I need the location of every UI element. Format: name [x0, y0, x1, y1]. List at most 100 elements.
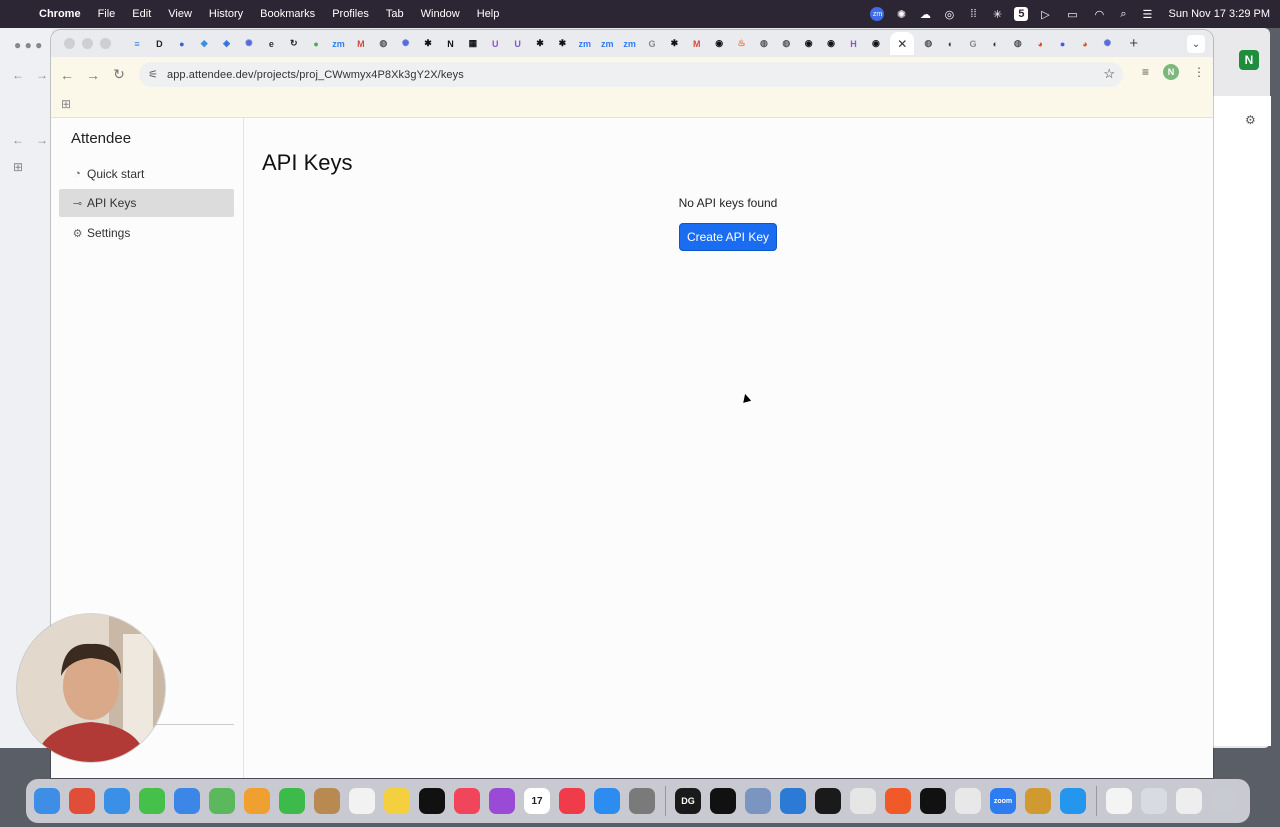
dock-terminal-icon[interactable]	[710, 788, 736, 814]
dock-facetime-icon[interactable]	[279, 788, 305, 814]
close-window-button[interactable]	[64, 38, 75, 49]
menu-edit[interactable]: Edit	[132, 8, 151, 20]
gear-tab-2-favicon[interactable]: ✺	[398, 36, 414, 52]
zoom-tab-1-favicon[interactable]: zm	[331, 36, 347, 52]
active-tab[interactable]: ✕	[890, 32, 915, 55]
forward-arrow-icon[interactable]: →	[80, 67, 106, 83]
dock-reminders-icon[interactable]	[349, 788, 375, 814]
menu-file[interactable]: File	[98, 8, 116, 20]
battery-icon[interactable]: ▭	[1062, 7, 1082, 21]
dock-perplexity-icon[interactable]	[885, 788, 911, 814]
globe-tab-4-favicon[interactable]: ◍	[920, 36, 936, 52]
dock-colorsync-icon[interactable]	[1025, 788, 1051, 814]
dock-messages-icon[interactable]	[139, 788, 165, 814]
gear-status-icon[interactable]: ✺	[894, 7, 908, 21]
globe-tab-2-favicon[interactable]: ◍	[756, 36, 772, 52]
globe-tab-5-favicon[interactable]: ◍	[1010, 36, 1026, 52]
gmail-tab-favicon[interactable]: M	[353, 36, 369, 52]
puzzle-tab-favicon[interactable]: ◆	[196, 36, 212, 52]
dock-maps-icon[interactable]	[209, 788, 235, 814]
search-icon[interactable]: ⌕	[1116, 7, 1130, 21]
github-tab-4-favicon[interactable]: ◉	[868, 36, 884, 52]
profile-avatar[interactable]: N	[1163, 64, 1179, 80]
e-tab-favicon[interactable]: e	[263, 36, 279, 52]
tab-search-chevron-icon[interactable]: ⌄	[1187, 35, 1205, 53]
brand-name[interactable]: Attendee	[71, 130, 131, 147]
dock-safari-icon[interactable]	[104, 788, 130, 814]
github-tab-2-favicon[interactable]: ◉	[801, 36, 817, 52]
dock-launchpad-icon[interactable]	[69, 788, 95, 814]
blue-dot-tab-favicon[interactable]: ●	[1055, 36, 1071, 52]
zoom-tab-2-favicon[interactable]: zm	[577, 36, 593, 52]
dock-preview-icon[interactable]	[745, 788, 771, 814]
sparkle-icon[interactable]: ✳	[990, 7, 1004, 21]
h-tab-favicon[interactable]: H	[846, 36, 862, 52]
shield-tab-favicon[interactable]: ◈	[219, 36, 235, 52]
menu-window[interactable]: Window	[421, 8, 460, 20]
zoom-tab-3-favicon[interactable]: zm	[599, 36, 615, 52]
bookmark-star-icon[interactable]: ☆	[1103, 66, 1115, 82]
menu-profiles[interactable]: Profiles	[332, 8, 369, 20]
dock-activity-monitor-icon[interactable]	[815, 788, 841, 814]
dock-cursor-app-icon[interactable]	[920, 788, 946, 814]
grid-icon[interactable]: ⁞⁞	[966, 7, 980, 21]
sidebar-item-settings[interactable]: ⚙ Settings	[59, 219, 234, 247]
new-tab-button[interactable]: +	[1126, 35, 1142, 52]
dock-calendar-icon[interactable]: 17	[524, 788, 550, 814]
zoom-tab-4-favicon[interactable]: zm	[622, 36, 638, 52]
gmail-tab-2-favicon[interactable]: M	[689, 36, 705, 52]
asterisk-tab-3-favicon[interactable]: ✱	[666, 36, 682, 52]
asterisk-tab-2-favicon[interactable]: ✱	[554, 36, 570, 52]
google-tab-2-favicon[interactable]: G	[965, 36, 981, 52]
circle-tab-2-favicon[interactable]: ◐	[987, 36, 1003, 52]
dock-mail-icon[interactable]	[174, 788, 200, 814]
site-settings-icon[interactable]: ⚟	[139, 68, 167, 81]
close-tab-icon[interactable]: ✕	[897, 37, 907, 51]
dock-podcasts-icon[interactable]	[489, 788, 515, 814]
globe-tab-3-favicon[interactable]: ◍	[778, 36, 794, 52]
gear-tab-3-favicon[interactable]: ✺	[1099, 36, 1115, 52]
apps-grid-icon[interactable]: ⊞	[61, 97, 71, 111]
address-bar[interactable]: ⚟ app.attendee.dev/projects/proj_CWwmyx4…	[139, 62, 1123, 87]
docs-tab-favicon[interactable]: ≡	[129, 36, 145, 52]
wifi-icon[interactable]: ◠	[1092, 7, 1106, 21]
reload-icon[interactable]: ↻	[106, 66, 132, 83]
flame-tab-favicon[interactable]: ♨	[734, 36, 750, 52]
dock-datagrip-icon[interactable]: DG	[675, 788, 701, 814]
dark-tab-favicon[interactable]: D	[151, 36, 167, 52]
zoom-status-icon[interactable]: zm	[870, 7, 885, 21]
green-tab-favicon[interactable]: ●	[308, 36, 324, 52]
reddit-tab-1-favicon[interactable]: ◕	[1032, 36, 1048, 52]
globe-tab-favicon[interactable]: ◍	[375, 36, 391, 52]
u-tab-1-favicon[interactable]: U	[487, 36, 503, 52]
grid-tab-favicon[interactable]: ▦	[465, 36, 481, 52]
more-menu-icon[interactable]: ⋮	[1193, 65, 1205, 79]
back-arrow-icon[interactable]: ←	[54, 67, 80, 83]
play-icon[interactable]: ▷	[1038, 7, 1052, 21]
gear-blue-tab-favicon[interactable]: ✺	[241, 36, 257, 52]
dock-downloads-stack-icon[interactable]	[1141, 788, 1167, 814]
dock-finder-icon[interactable]	[34, 788, 60, 814]
menu-help[interactable]: Help	[477, 8, 500, 20]
dock-apple-tv-icon[interactable]	[419, 788, 445, 814]
dock-photos-icon[interactable]	[244, 788, 270, 814]
five-icon[interactable]: 5	[1014, 7, 1029, 21]
menubar-clock[interactable]: Sun Nov 17 3:29 PM	[1168, 8, 1270, 20]
dock-window-stack-icon[interactable]	[1176, 788, 1202, 814]
google-tab-1-favicon[interactable]: G	[644, 36, 660, 52]
asterisk-tab-1-favicon[interactable]: ✱	[532, 36, 548, 52]
n-tab-favicon[interactable]: N	[442, 36, 458, 52]
dock-system-settings-icon[interactable]	[629, 788, 655, 814]
dock-zoom-icon[interactable]: zoom	[990, 788, 1016, 814]
github-tab-3-favicon[interactable]: ◉	[823, 36, 839, 52]
blue-circle-tab-favicon[interactable]: ●	[174, 36, 190, 52]
dock-docker-icon[interactable]	[1060, 788, 1086, 814]
menu-app-name[interactable]: Chrome	[39, 8, 81, 20]
dock-textedit-icon[interactable]	[850, 788, 876, 814]
star-tab-favicon[interactable]: ✱	[420, 36, 436, 52]
dock-music-icon[interactable]	[454, 788, 480, 814]
reddit-tab-2-favicon[interactable]: ◕	[1077, 36, 1093, 52]
url-text[interactable]: app.attendee.dev/projects/proj_CWwmyx4P8…	[167, 69, 464, 81]
sidebar-item-quick-start[interactable]: ◔ Quick start	[59, 160, 234, 188]
vpn-icon[interactable]: ◎	[942, 7, 956, 21]
